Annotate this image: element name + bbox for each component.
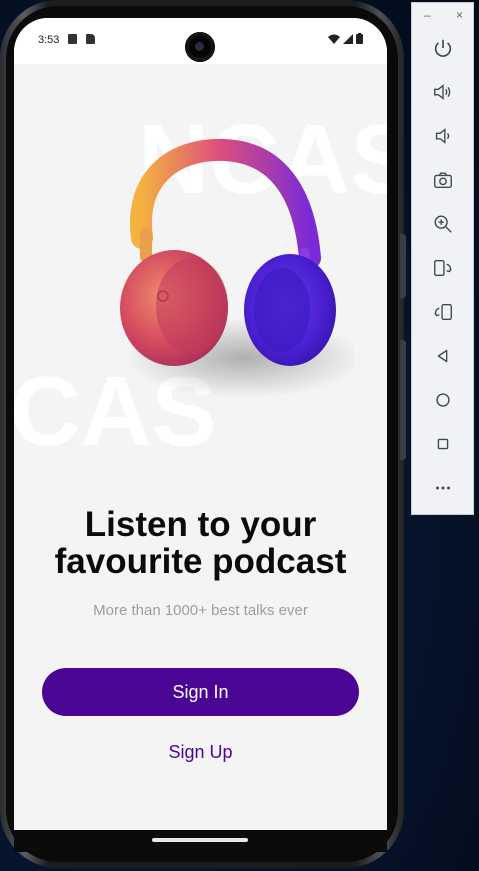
volume-up-button[interactable] — [412, 70, 473, 114]
gesture-bar — [14, 830, 387, 852]
headphones-illustration — [120, 138, 354, 398]
power-button[interactable] — [412, 26, 473, 70]
title-line-2: favourite podcast — [54, 542, 347, 581]
zoom-button[interactable] — [412, 202, 473, 246]
volume-down-button[interactable] — [412, 114, 473, 158]
phone-screen: 3:53 NCAS CAS Listen to your favourite p… — [14, 18, 387, 830]
close-button[interactable]: × — [456, 8, 463, 26]
back-icon — [437, 349, 447, 363]
home-button[interactable] — [412, 378, 473, 422]
home-indicator[interactable] — [152, 838, 248, 842]
power-side-button — [400, 340, 406, 460]
notification-a-icon — [68, 34, 77, 44]
emulator-toolbar: – × — [411, 2, 474, 515]
more-icon — [435, 486, 450, 490]
rotate-left-icon — [433, 259, 452, 277]
overview-icon — [437, 438, 448, 450]
title-line-1: Listen to your — [84, 505, 317, 544]
volume-down-icon — [435, 128, 449, 144]
rotate-right-icon — [433, 303, 452, 321]
more-button[interactable] — [412, 466, 473, 510]
emulator-window-controls: – × — [412, 3, 473, 26]
back-button[interactable] — [412, 334, 473, 378]
power-icon — [434, 39, 451, 57]
volume-side-button — [400, 234, 406, 298]
sign-in-button[interactable]: Sign In — [42, 668, 359, 716]
system-icons — [328, 33, 363, 44]
home-icon — [435, 393, 450, 407]
camera-icon — [433, 172, 452, 189]
subtitle: More than 1000+ best talks ever — [93, 602, 308, 619]
status-time: 3:53 — [38, 34, 60, 46]
rotate-right-button[interactable] — [412, 290, 473, 334]
overview-button[interactable] — [412, 422, 473, 466]
wifi-icon — [328, 34, 340, 44]
sd-card-icon — [86, 34, 95, 44]
signal-icon — [343, 34, 353, 44]
rotate-left-button[interactable] — [412, 246, 473, 290]
volume-up-icon — [433, 84, 450, 100]
status-bar: 3:53 — [14, 18, 387, 64]
zoom-icon — [434, 215, 452, 233]
page-title: Listen to your favourite podcast — [14, 506, 387, 580]
battery-icon — [356, 33, 363, 44]
front-camera — [185, 32, 215, 62]
sign-up-button[interactable]: Sign Up — [14, 742, 387, 763]
minimize-button[interactable]: – — [424, 8, 431, 26]
screenshot-button[interactable] — [412, 158, 473, 202]
